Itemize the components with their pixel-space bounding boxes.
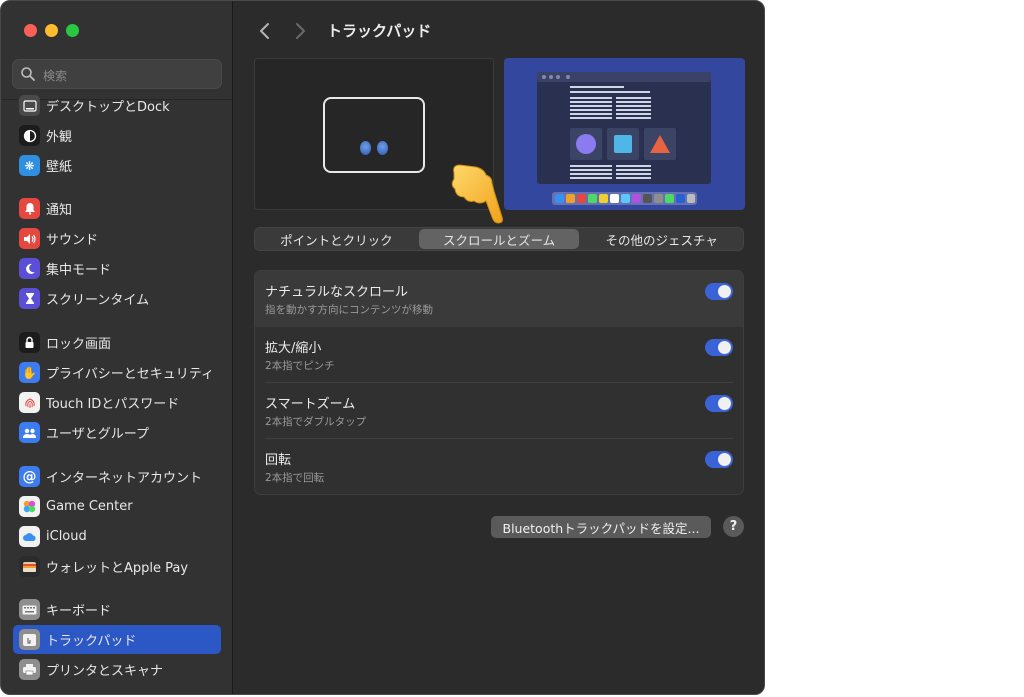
search-icon — [21, 67, 35, 81]
screen-illustration — [537, 72, 711, 205]
setting-title: スマートズーム — [265, 397, 356, 412]
setting-title: 拡大/縮小 — [265, 341, 322, 356]
system-settings-window: 検索 デスクトップとDock 外観 ❋ 壁紙 通知 サウンド 集中モード スクリ… — [0, 0, 765, 695]
toggle-knob — [718, 341, 731, 354]
cloud-icon — [19, 526, 40, 547]
sidebar-item-desktop-dock[interactable]: デスクトップとDock — [13, 91, 221, 120]
gesture-preview-screen — [504, 58, 745, 210]
toggle-knob — [718, 397, 731, 410]
sidebar-item-lock-screen[interactable]: ロック画面 — [13, 328, 221, 357]
sidebar-item-trackpad[interactable]: トラックパッド — [13, 625, 221, 654]
zoom-toggle[interactable] — [705, 339, 733, 356]
search-placeholder: 検索 — [43, 69, 68, 83]
appearance-icon — [19, 125, 40, 146]
wallpaper-icon: ❋ — [19, 155, 40, 176]
trackpad-icon — [19, 629, 40, 650]
lock-icon — [19, 332, 40, 353]
hourglass-icon — [19, 288, 40, 309]
setting-row-natural-scrolling[interactable]: ナチュラルなスクロール 指を動かす方向にコンテンツが移動 — [255, 271, 743, 327]
game-center-icon — [19, 496, 40, 517]
speaker-icon — [19, 228, 40, 249]
sidebar-item-screen-time[interactable]: スクリーンタイム — [13, 284, 221, 313]
forward-button[interactable] — [290, 21, 310, 41]
fingerprint-icon — [19, 392, 40, 413]
sidebar-item-focus[interactable]: 集中モード — [13, 254, 221, 283]
setting-title: 回転 — [265, 453, 292, 468]
toggle-knob — [718, 453, 731, 466]
sidebar-item-game-center[interactable]: Game Center — [13, 492, 221, 521]
sidebar-item-internet-accounts[interactable]: @ インターネットアカウント — [13, 462, 221, 491]
natural-scrolling-toggle[interactable] — [705, 283, 733, 300]
setting-subtitle: 指を動かす方向にコンテンツが移動 — [265, 304, 433, 316]
setting-subtitle: 2本指でダブルタップ — [265, 416, 367, 428]
page-title: トラックパッド — [327, 22, 432, 40]
close-window-button[interactable] — [24, 24, 37, 37]
finger-dot — [377, 141, 388, 155]
setting-subtitle: 2本指で回転 — [265, 472, 325, 484]
sidebar-item-wallpaper[interactable]: ❋ 壁紙 — [13, 151, 221, 180]
setting-row-zoom[interactable]: 拡大/縮小 2本指でピンチ — [255, 327, 743, 383]
help-button[interactable]: ? — [723, 516, 744, 537]
sidebar-item-appearance[interactable]: 外観 — [13, 121, 221, 150]
window-controls — [24, 24, 79, 37]
sidebar-item-printers-scanners[interactable]: プリンタとスキャナ — [13, 655, 221, 684]
setting-row-smart-zoom[interactable]: スマートズーム 2本指でダブルタップ — [255, 383, 743, 439]
finger-dot — [360, 141, 371, 155]
sidebar-item-notifications[interactable]: 通知 — [13, 194, 221, 223]
toggle-knob — [718, 285, 731, 298]
wallet-icon — [19, 556, 40, 577]
moon-icon — [19, 258, 40, 279]
hand-icon: ✋ — [19, 362, 40, 383]
at-icon: @ — [19, 466, 40, 487]
setup-bluetooth-trackpad-button[interactable]: Bluetoothトラックパッドを設定... — [491, 516, 711, 538]
keyboard-icon — [19, 599, 40, 620]
smart-zoom-toggle[interactable] — [705, 395, 733, 412]
sidebar-item-icloud[interactable]: iCloud — [13, 522, 221, 551]
sidebar-item-keyboard[interactable]: キーボード — [13, 595, 221, 624]
rotate-toggle[interactable] — [705, 451, 733, 468]
main-content: トラックパッド ポイントとクリック スクロールとズーム その他のジェスチャ ナチ… — [233, 1, 764, 694]
printer-icon — [19, 659, 40, 680]
sidebar-item-sound[interactable]: サウンド — [13, 224, 221, 253]
sidebar-item-touch-id[interactable]: Touch IDとパスワード — [13, 388, 221, 417]
search-input[interactable]: 検索 — [12, 59, 222, 89]
zoom-window-button[interactable] — [66, 24, 79, 37]
pointing-hand-icon — [451, 164, 503, 224]
trackpad-illustration — [323, 97, 425, 173]
sidebar-item-users-groups[interactable]: ユーザとグループ — [13, 418, 221, 447]
sidebar-item-privacy-security[interactable]: ✋ プライバシーとセキュリティ — [13, 358, 221, 387]
dock-icon — [19, 95, 40, 116]
users-icon — [19, 422, 40, 443]
tab-more-gestures[interactable]: その他のジェスチャ — [581, 229, 742, 249]
setting-title: ナチュラルなスクロール — [265, 285, 409, 300]
tab-bar: ポイントとクリック スクロールとズーム その他のジェスチャ — [254, 227, 744, 251]
sidebar: 検索 デスクトップとDock 外観 ❋ 壁紙 通知 サウンド 集中モード スクリ… — [1, 1, 233, 694]
settings-list: ナチュラルなスクロール 指を動かす方向にコンテンツが移動 拡大/縮小 2本指でピ… — [254, 270, 744, 495]
setting-row-rotate[interactable]: 回転 2本指で回転 — [255, 439, 743, 494]
minimize-window-button[interactable] — [45, 24, 58, 37]
bell-icon — [19, 198, 40, 219]
setting-subtitle: 2本指でピンチ — [265, 360, 335, 372]
tab-point-click[interactable]: ポイントとクリック — [256, 229, 417, 249]
sidebar-item-wallet[interactable]: ウォレットとApple Pay — [13, 552, 221, 581]
tab-scroll-zoom[interactable]: スクロールとズーム — [418, 229, 580, 249]
back-button[interactable] — [255, 21, 275, 41]
